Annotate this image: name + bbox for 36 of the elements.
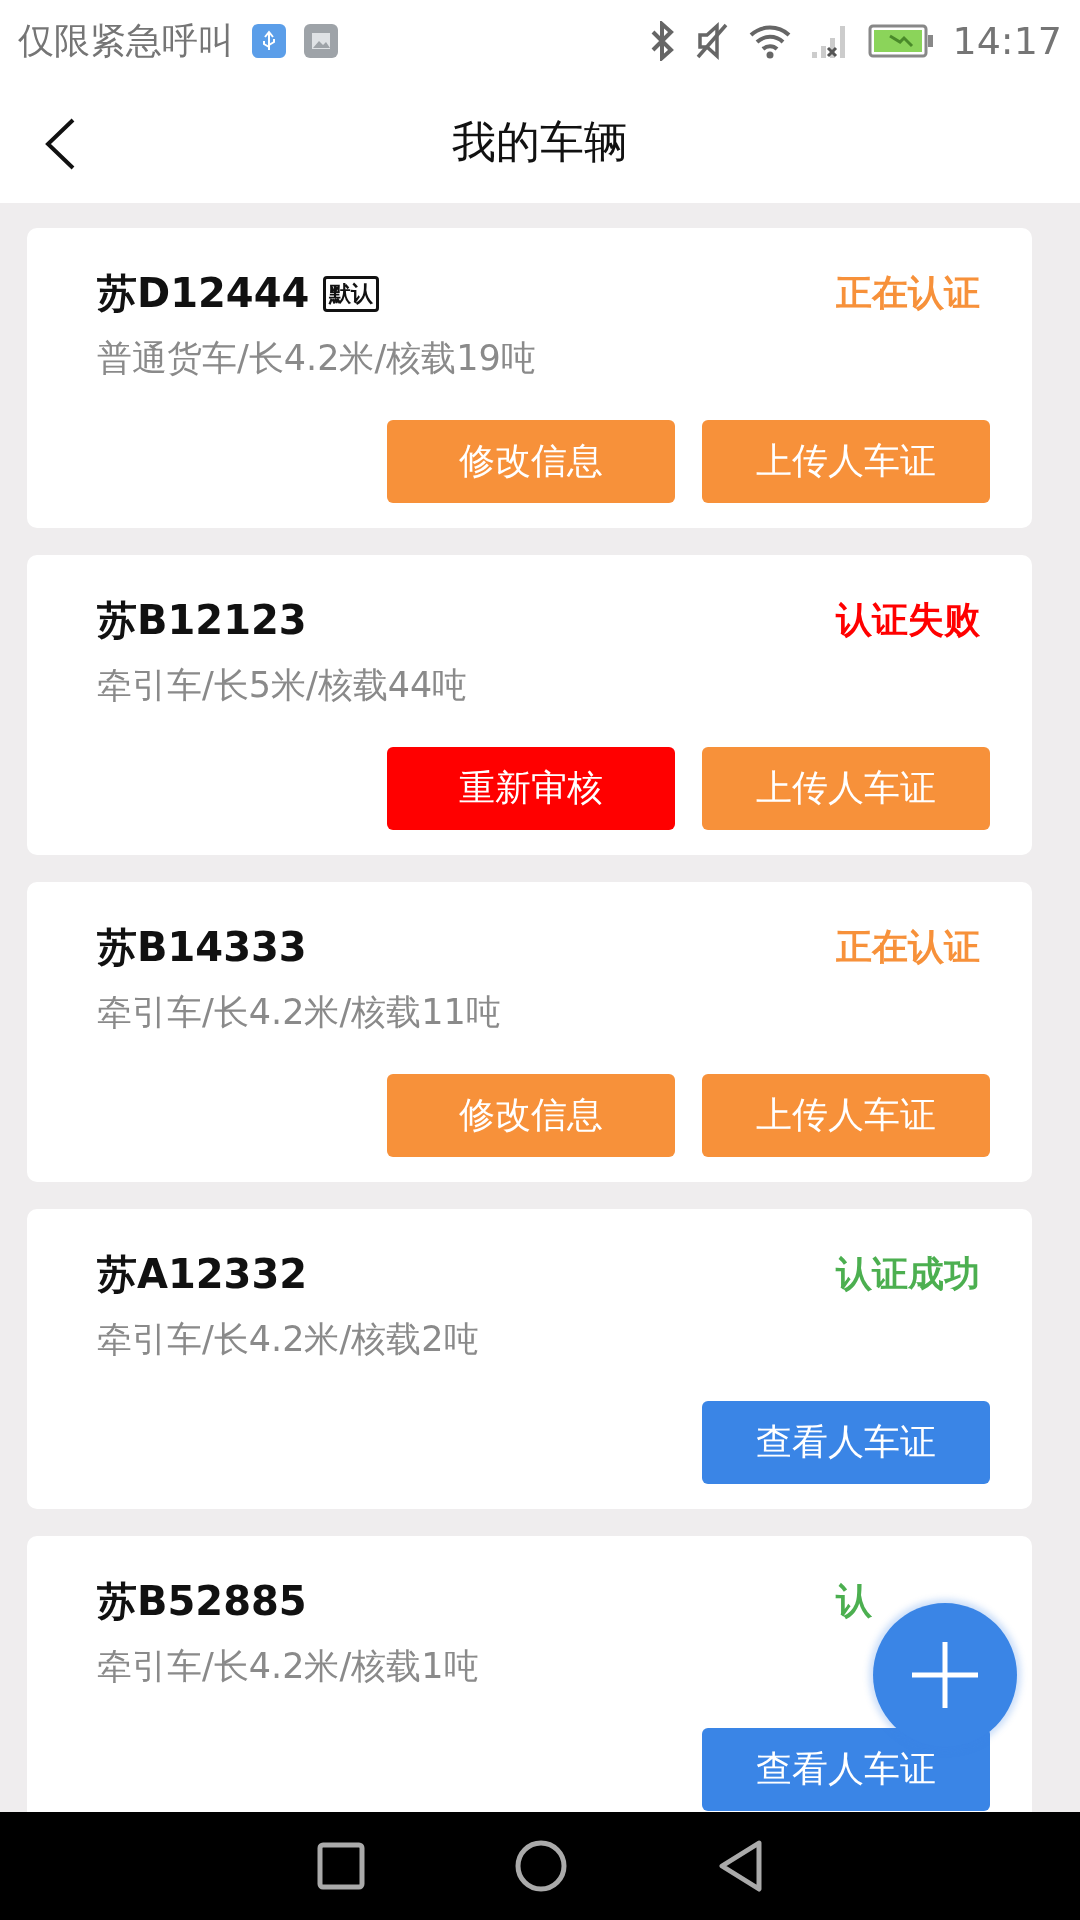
action-button[interactable]: 查看人车证 (702, 1728, 990, 1811)
status-label: 正在认证 (836, 925, 981, 969)
plate-number: 苏A12332 (97, 1250, 308, 1299)
plate-number: 苏D12444 (97, 269, 310, 318)
vehicle-specs: 普通货车/长4.2米/核载19吨 (97, 337, 536, 380)
home-icon[interactable] (515, 1840, 567, 1892)
vehicle-specs: 牵引车/长5米/核载44吨 (97, 664, 468, 707)
wifi-icon (748, 23, 793, 59)
action-button[interactable]: 查看人车证 (702, 1401, 990, 1484)
status-label: 认证失败 (836, 598, 981, 642)
default-tag: 默认 (323, 275, 380, 312)
vehicle-specs: 牵引车/长4.2米/核载2吨 (97, 1318, 479, 1361)
usb-icon (252, 24, 286, 58)
battery-icon (868, 24, 935, 58)
plate-number: 苏B14333 (97, 923, 307, 972)
plus-icon (910, 1640, 980, 1710)
recent-apps-icon[interactable] (317, 1842, 365, 1890)
plate-number: 苏B52885 (97, 1577, 307, 1626)
page-title: 我的车辆 (452, 115, 628, 169)
back-icon[interactable] (44, 118, 76, 170)
status-label: 正在认证 (836, 271, 981, 315)
status-label: 认 (836, 1579, 873, 1623)
action-button[interactable]: 重新审核 (387, 747, 675, 830)
carrier-text: 仅限紧急呼叫 (18, 18, 234, 63)
vehicle-specs: 牵引车/长4.2米/核载1吨 (97, 1645, 479, 1688)
action-button[interactable]: 上传人车证 (702, 1074, 990, 1157)
back-icon[interactable] (717, 1839, 763, 1893)
action-button[interactable]: 上传人车证 (702, 420, 990, 503)
vehicle-specs: 牵引车/长4.2米/核载11吨 (97, 991, 501, 1034)
image-icon (304, 24, 338, 58)
action-button[interactable]: 上传人车证 (702, 747, 990, 830)
action-button[interactable]: 修改信息 (387, 1074, 675, 1157)
plate-number: 苏B12123 (97, 596, 307, 645)
action-button[interactable]: 修改信息 (387, 420, 675, 503)
status-label: 认证成功 (836, 1252, 981, 1296)
clock-time: 14:17 (952, 19, 1062, 63)
